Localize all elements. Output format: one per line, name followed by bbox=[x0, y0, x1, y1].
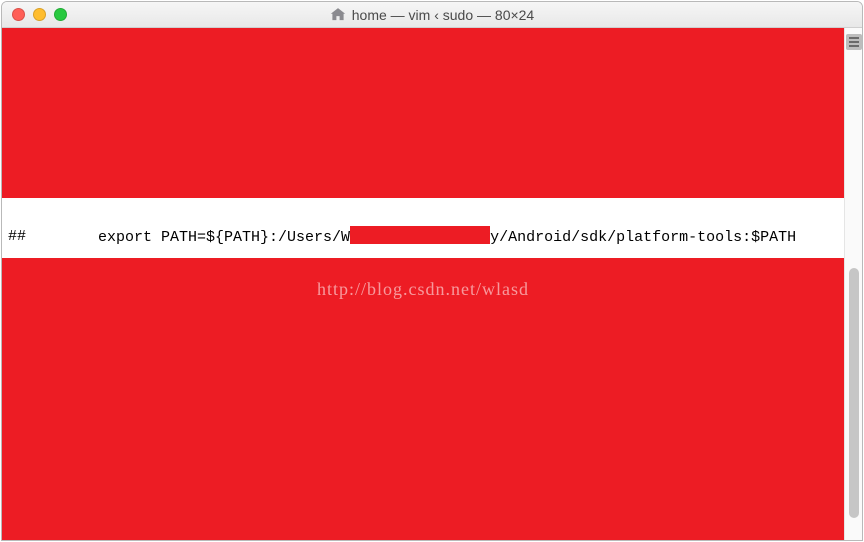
scrollbar-thumb[interactable] bbox=[849, 268, 859, 518]
terminal-line-1-end: y/Android/sdk/platform-tools:$PATH bbox=[490, 229, 796, 246]
scrollbar-track[interactable] bbox=[844, 28, 862, 540]
terminal-line-1-start: export PATH=${PATH}:/Users/W bbox=[98, 229, 350, 246]
minimize-button[interactable] bbox=[33, 8, 46, 21]
redacted-span bbox=[350, 226, 490, 244]
terminal-line-2: ## bbox=[8, 228, 26, 246]
window-body: export PATH=${PATH}:/Users/W y/Android/sd… bbox=[2, 28, 862, 540]
close-button[interactable] bbox=[12, 8, 25, 21]
window-title: home — vim ‹ sudo — 80×24 bbox=[2, 7, 862, 23]
titlebar: home — vim ‹ sudo — 80×24 bbox=[2, 2, 862, 28]
text-region: export PATH=${PATH}:/Users/W y/Android/sd… bbox=[2, 198, 844, 258]
terminal-line-1: export PATH=${PATH}:/Users/W y/Android/sd… bbox=[8, 208, 796, 265]
window-title-text: home — vim ‹ sudo — 80×24 bbox=[352, 7, 534, 23]
zoom-button[interactable] bbox=[54, 8, 67, 21]
selection-highlight-top bbox=[2, 28, 844, 198]
selection-highlight-bottom bbox=[2, 258, 844, 540]
terminal-area[interactable]: export PATH=${PATH}:/Users/W y/Android/sd… bbox=[2, 28, 844, 540]
home-icon bbox=[330, 8, 346, 21]
traffic-lights bbox=[12, 8, 67, 21]
scroll-menu-icon[interactable] bbox=[846, 34, 862, 50]
terminal-window: home — vim ‹ sudo — 80×24 export PATH=${… bbox=[1, 1, 863, 541]
